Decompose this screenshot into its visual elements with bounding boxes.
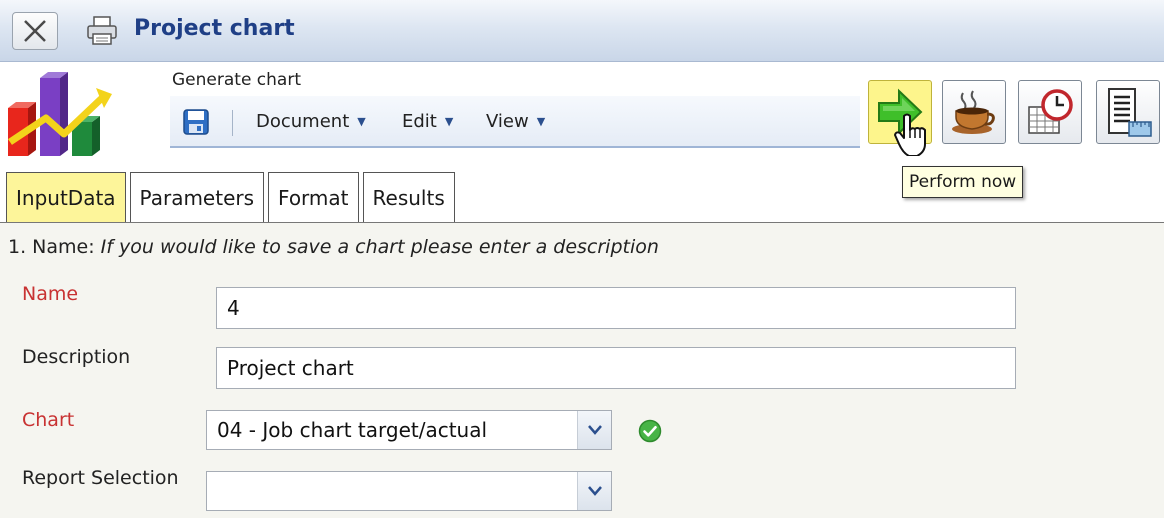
- name-label: Name: [22, 283, 79, 305]
- window-title: Project chart: [134, 16, 295, 41]
- close-button[interactable]: [12, 12, 58, 50]
- input-data-panel: 1. Name: If you would like to save a cha…: [0, 223, 1164, 518]
- chevron-down-icon: ▼: [444, 115, 454, 128]
- menu-edit[interactable]: Edit ▼: [402, 111, 453, 132]
- list-view-button[interactable]: [1096, 80, 1160, 144]
- chart-select[interactable]: 04 - Job chart target/actual: [206, 410, 612, 450]
- menu-edit-label: Edit: [402, 111, 437, 132]
- instruction-text: If you would like to save a chart please…: [100, 236, 659, 258]
- instruction-prefix: 1. Name:: [8, 236, 101, 258]
- chart-label: Chart: [22, 409, 75, 431]
- section-instruction: 1. Name: If you would like to save a cha…: [8, 236, 659, 258]
- description-field[interactable]: Project chart: [216, 347, 1016, 389]
- bar-chart-logo-icon: [8, 72, 112, 156]
- tab-parameters[interactable]: Parameters: [129, 172, 265, 222]
- print-button[interactable]: [80, 12, 124, 50]
- menu-document[interactable]: Document ▼: [256, 111, 366, 132]
- perform-now-tooltip: Perform now: [902, 166, 1024, 198]
- chevron-down-icon: ▼: [357, 115, 366, 128]
- description-label: Description: [22, 346, 131, 368]
- chevron-down-icon: ▼: [536, 115, 546, 128]
- chevron-down-icon[interactable]: [577, 472, 611, 510]
- close-icon: [24, 20, 46, 42]
- chevron-down-icon[interactable]: [577, 411, 611, 449]
- coffee-break-button[interactable]: [942, 80, 1006, 144]
- coffee-cup-icon: [952, 90, 995, 134]
- tab-results[interactable]: Results: [362, 172, 455, 222]
- checkmark-icon: [638, 419, 662, 443]
- calendar-clock-icon: [1028, 89, 1073, 134]
- report-selection-select[interactable]: [206, 471, 612, 511]
- save-icon[interactable]: [182, 108, 210, 136]
- report-selection-label: Report Selection: [22, 467, 179, 489]
- menu-view-label: View: [486, 111, 529, 132]
- name-field[interactable]: 4: [216, 287, 1016, 329]
- chart-select-value: 04 - Job chart target/actual: [217, 418, 488, 442]
- list-ruler-icon: [1108, 88, 1152, 137]
- toolbar-separator: [232, 110, 233, 136]
- toolbar: Document ▼ Edit ▼ View ▼: [170, 96, 860, 148]
- generate-chart-label: Generate chart: [172, 70, 301, 90]
- tab-format[interactable]: Format: [268, 172, 359, 222]
- chart-logo: [4, 68, 168, 160]
- menu-view[interactable]: View ▼: [486, 111, 545, 132]
- tab-bar: InputData Parameters Format Results: [6, 172, 455, 222]
- title-bar: Project chart: [0, 0, 1164, 62]
- tab-inputdata[interactable]: InputData: [6, 172, 126, 222]
- menu-document-label: Document: [256, 111, 350, 132]
- printer-icon: [87, 16, 117, 45]
- hand-cursor-icon: [894, 113, 926, 156]
- schedule-button[interactable]: [1018, 80, 1082, 144]
